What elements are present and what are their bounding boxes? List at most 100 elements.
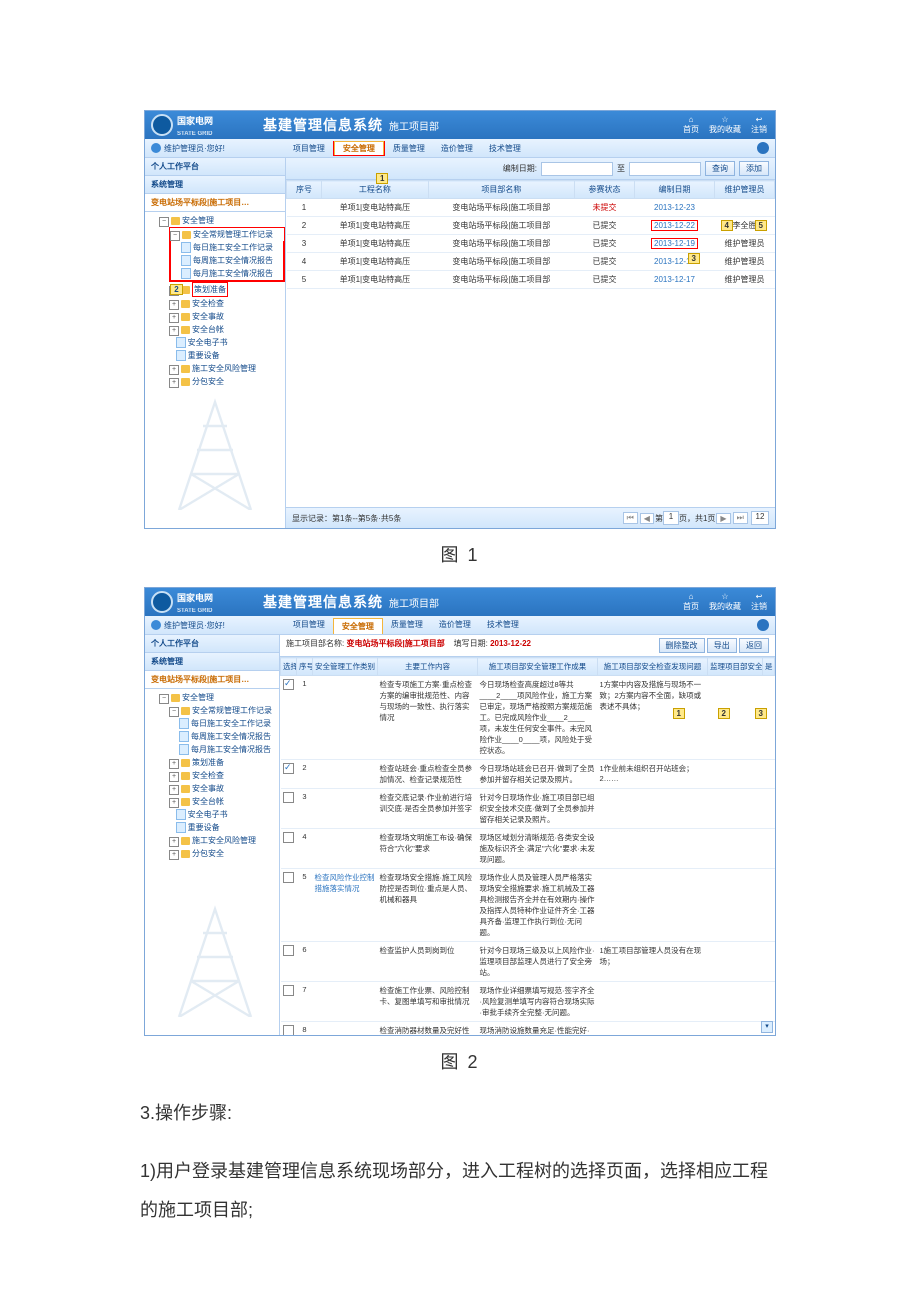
favorite-icon[interactable]: ☆我的收藏 xyxy=(709,115,741,135)
sidebar-breadcrumb[interactable]: 变电站场平标段|施工项目… xyxy=(145,671,279,689)
tree-node-check[interactable]: +安全检查 xyxy=(169,769,279,782)
tree-node-plan[interactable]: +策划准备 2 xyxy=(169,282,285,297)
table-row[interactable]: 1单项1|变电站特高压变电站场平标段|施工项目部未提交2013-12-23 xyxy=(287,199,775,217)
tree-leaf-daily[interactable]: 每日施工安全工作记录 xyxy=(179,717,279,730)
table-row[interactable]: 1检查专项施工方案·重点检查方案的编审批规范性、内容与现场的一致性、执行落实情况… xyxy=(281,676,775,760)
tree-leaf-monthly[interactable]: 每月施工安全情况报告 xyxy=(181,267,283,280)
checkbox[interactable] xyxy=(283,832,294,843)
pager-last-icon[interactable]: ⏭ xyxy=(733,512,748,524)
pager-next-icon[interactable]: ▶ xyxy=(716,513,730,524)
th-status[interactable]: 参赛状态 xyxy=(575,181,635,199)
export-button[interactable]: 导出 xyxy=(707,638,737,653)
tree-leaf-equip[interactable]: 重要设备 xyxy=(169,821,279,834)
th-dept[interactable]: 项目部名称 xyxy=(428,181,574,199)
checkbox[interactable] xyxy=(283,792,294,803)
pager-size-input[interactable]: 12 xyxy=(751,511,769,525)
tree-leaf-ebook[interactable]: 安全电子书 xyxy=(169,336,285,349)
tree-leaf-daily[interactable]: 每日施工安全工作记录 xyxy=(181,241,283,254)
tab-tech[interactable]: 技术管理 xyxy=(481,141,529,156)
tree-node-subcontract[interactable]: +分包安全 xyxy=(169,847,279,860)
pager-first-icon[interactable]: ⏮ xyxy=(623,512,638,524)
tree-leaf-monthly[interactable]: 每月施工安全情况报告 xyxy=(179,743,279,756)
tree-node-risk[interactable]: +施工安全风险管理 xyxy=(169,362,285,375)
table-row[interactable]: 5单项1|变电站特高压变电站场平标段|施工项目部已提交2013-12-17维护管… xyxy=(287,271,775,289)
tree-node-accident[interactable]: +安全事故 xyxy=(169,782,279,795)
table-row[interactable]: 5检查风险作业控制措施落实情况检查现场安全措施·施工风险防控是否到位·重点是人员… xyxy=(281,869,775,942)
tree-node-ledger[interactable]: +安全台帐 xyxy=(169,323,285,336)
th-work[interactable]: 主要工作内容 xyxy=(378,658,478,676)
th-result[interactable]: 施工项目部安全管理工作成果 xyxy=(478,658,598,676)
add-button[interactable]: 添加 xyxy=(739,161,769,176)
table-row[interactable]: 2检查站班会·重点检查全员参加情况、检查记录规范性今日现场站班会已召开·做到了全… xyxy=(281,760,775,789)
table-row[interactable]: 3检查交底记录·作业前进行培训交底·是否全员参加并签字针对今日现场作业·施工项目… xyxy=(281,789,775,829)
th-index[interactable]: 序号 xyxy=(297,658,313,676)
checkbox[interactable] xyxy=(283,763,294,774)
tab-quality[interactable]: 质量管理 xyxy=(383,617,431,633)
delete-rectify-button[interactable]: 删除整改 xyxy=(659,638,705,653)
tree-node-plan[interactable]: +策划准备 xyxy=(169,756,279,769)
table-row[interactable]: 3单项1|变电站特高压变电站场平标段|施工项目部已提交2013-12-19维护管… xyxy=(287,235,775,253)
checkbox[interactable] xyxy=(283,945,294,956)
date-from-input[interactable] xyxy=(541,162,613,176)
checkbox[interactable] xyxy=(283,1025,294,1035)
table-row[interactable]: 6检查监护人员到岗到位针对今日现场三级及以上风险作业·监理项目部监理人员进行了安… xyxy=(281,942,775,982)
scroll-down-icon[interactable]: ▾ xyxy=(761,1021,773,1033)
checkbox[interactable] xyxy=(283,679,294,690)
tab-tech[interactable]: 技术管理 xyxy=(479,617,527,633)
logout-icon[interactable]: ↩注销 xyxy=(751,592,767,612)
tab-quality[interactable]: 质量管理 xyxy=(385,141,433,156)
th-category[interactable]: 安全管理工作类别 xyxy=(313,658,378,676)
favorite-icon[interactable]: ☆我的收藏 xyxy=(709,592,741,612)
checkbox[interactable] xyxy=(283,985,294,996)
refresh-icon[interactable] xyxy=(757,619,769,631)
tree-node-subcontract[interactable]: +分包安全 xyxy=(169,375,285,388)
home-icon[interactable]: ⌂首页 xyxy=(683,592,699,612)
date-to-input[interactable] xyxy=(629,162,701,176)
refresh-icon[interactable] xyxy=(757,142,769,154)
tree-node-records[interactable]: −安全常规管理工作记录 每日施工安全工作记录 每周施工安全情况报告 每月施工安全… xyxy=(169,227,285,282)
checkbox[interactable] xyxy=(283,872,294,883)
tree-node-ledger[interactable]: +安全台帐 xyxy=(169,795,279,808)
tree-leaf-weekly[interactable]: 每周施工安全情况报告 xyxy=(179,730,279,743)
th-date[interactable]: 编制日期 xyxy=(635,181,715,199)
table-row[interactable]: 4单项1|变电站特高压变电站场平标段|施工项目部已提交2013-12-18维护管… xyxy=(287,253,775,271)
th-project[interactable]: 工程名称 xyxy=(322,181,429,199)
th-yes[interactable]: 是 xyxy=(763,658,775,676)
th-supervise[interactable]: 监理项目部安全检查发现… xyxy=(708,658,763,676)
tab-project[interactable]: 项目管理 xyxy=(285,141,333,156)
tree-leaf-equip[interactable]: 重要设备 xyxy=(169,349,285,362)
sidebar-personal[interactable]: 个人工作平台 xyxy=(145,635,279,653)
table-row[interactable]: 2单项1|变电站特高压变电站场平标段|施工项目部已提交2013-12-22李全胜 xyxy=(287,217,775,235)
tab-project[interactable]: 项目管理 xyxy=(285,617,333,633)
tab-safety[interactable]: 安全管理 xyxy=(333,618,383,634)
instructions: 3.操作步骤: 1)用户登录基建管理信息系统现场部分，进入工程树的选择页面，选择… xyxy=(140,1094,780,1231)
sidebar-system[interactable]: 系统管理 xyxy=(145,176,285,194)
sidebar-breadcrumb[interactable]: 变电站场平标段|施工项目… xyxy=(145,194,285,212)
pager-page-input[interactable]: 1 xyxy=(663,511,679,525)
tab-cost[interactable]: 造价管理 xyxy=(433,141,481,156)
th-manager[interactable]: 维护管理员 xyxy=(715,181,775,199)
tree-node-check[interactable]: +安全检查 xyxy=(169,297,285,310)
tab-safety[interactable]: 安全管理 xyxy=(334,141,384,155)
tree-root[interactable]: −安全管理 −安全常规管理工作记录 每日施工安全工作记录 每周施工安全情况报告 … xyxy=(159,691,279,860)
sidebar-personal[interactable]: 个人工作平台 xyxy=(145,158,285,176)
th-problem[interactable]: 施工项目部安全检查发现问题 xyxy=(598,658,708,676)
table-row[interactable]: 8检查消防器材数量及完好性现场消防设施数量充足·性能完好·没有安全风险。 xyxy=(281,1022,775,1036)
pager-prev-icon[interactable]: ◀ xyxy=(640,513,654,524)
tab-cost[interactable]: 造价管理 xyxy=(431,617,479,633)
table-row[interactable]: 7检查施工作业票、风险控制卡、复图单填写和审批情况现场作业详细票填写规范·签字齐… xyxy=(281,982,775,1022)
tree-leaf-weekly[interactable]: 每周施工安全情况报告 xyxy=(181,254,283,267)
tree-node-risk[interactable]: +施工安全风险管理 xyxy=(169,834,279,847)
tree-leaf-ebook[interactable]: 安全电子书 xyxy=(169,808,279,821)
th-index[interactable]: 序号 xyxy=(287,181,322,199)
logout-icon[interactable]: ↩注销 xyxy=(751,115,767,135)
back-button[interactable]: 返回 xyxy=(739,638,769,653)
search-button[interactable]: 查询 xyxy=(705,161,735,176)
tree-root[interactable]: −安全管理 −安全常规管理工作记录 每日施工安全工作记录 每周施工安全情况报告 … xyxy=(159,214,285,388)
sidebar-system[interactable]: 系统管理 xyxy=(145,653,279,671)
tree-node-accident[interactable]: +安全事故 xyxy=(169,310,285,323)
home-icon[interactable]: ⌂首页 xyxy=(683,115,699,135)
tree-node-records[interactable]: −安全常规管理工作记录 每日施工安全工作记录 每周施工安全情况报告 每月施工安全… xyxy=(169,704,279,756)
th-select[interactable]: 选择 xyxy=(281,658,297,676)
table-row[interactable]: 4检查现场文明施工布设·确保符合"六化"要求现场区域划分清晰规范·各类安全设施及… xyxy=(281,829,775,869)
